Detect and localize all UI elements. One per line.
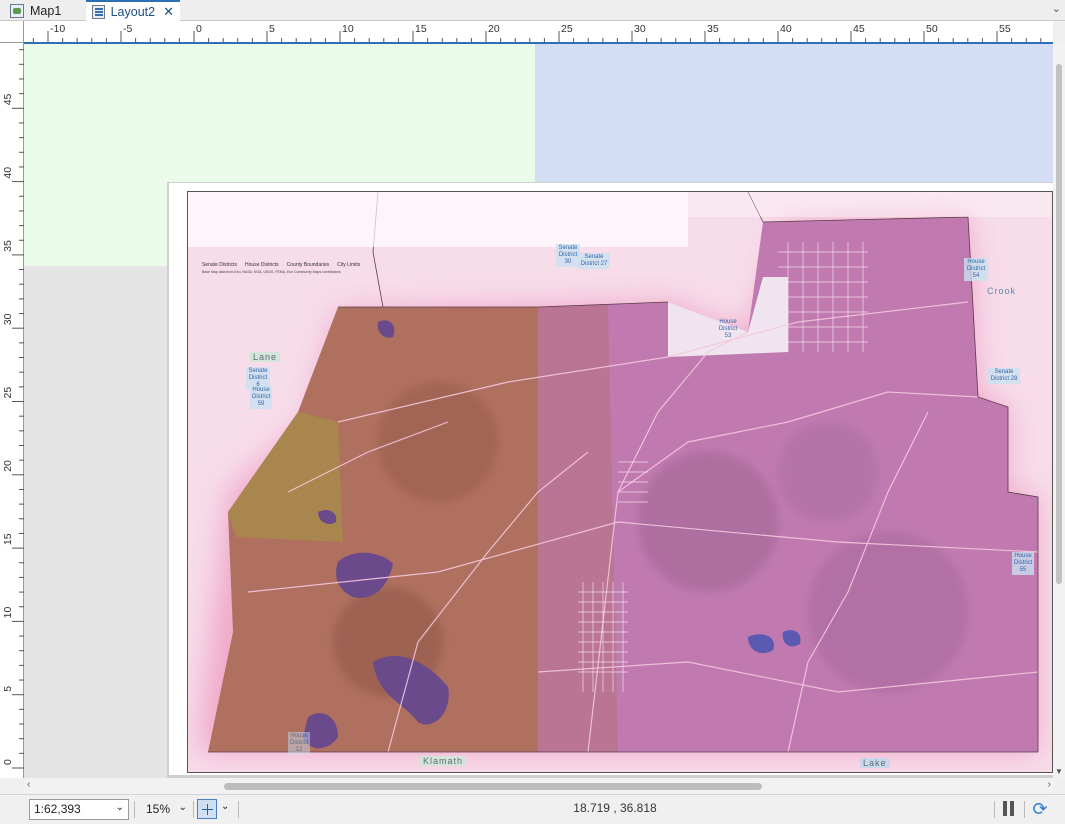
ruler-label: 5 [2,686,14,692]
district-label: House District 53 [718,319,738,339]
chevron-down-icon[interactable]: ⌄ [1052,2,1061,15]
tab-layout2[interactable]: Layout2 ✕ [86,0,180,21]
ruler-label: 15 [2,533,14,545]
ruler-label: 30 [2,313,14,325]
map-frame[interactable]: Senate Districts House Districts County … [187,191,1053,773]
scroll-left-icon[interactable]: ‹ [27,779,30,790]
zoom-value: 15% [146,802,171,816]
district-label: House District 12 [288,732,310,755]
county-label-lake: Lake [860,758,890,768]
ruler-label: -5 [123,23,132,35]
ruler-label: 20 [2,460,14,472]
chevron-down-icon: ⌄ [178,802,187,813]
scroll-right-icon[interactable]: › [1048,779,1051,790]
map-image [188,192,1052,772]
horizontal-ruler-scale: -10 -5 0 5 10 15 20 25 30 35 40 45 50 55 [32,23,1042,43]
legend-item: House Districts [245,262,279,268]
ruler-label: 25 [561,23,573,35]
horizontal-scrollbar[interactable]: ‹ › [24,778,1053,794]
legend-note: Base Map data from Esri, NASA, NGA, USGS… [202,270,342,274]
divider [994,801,995,818]
tab-bar: Map1 Layout2 ✕ ⌄ [0,0,1065,21]
vertical-scrollbar[interactable]: ▼ [1053,44,1065,778]
horizontal-ruler[interactable]: -10 -5 0 5 10 15 20 25 30 35 40 45 50 55 [24,21,1053,43]
chevron-down-icon[interactable]: ⌄ [221,801,229,812]
ruler-label: 45 [2,93,14,105]
district-label: Senate District 28 [988,368,1020,384]
divider [134,801,135,818]
pause-drawing-icon[interactable] [1002,801,1016,817]
ruler-label: 10 [2,607,14,619]
county-label-klamath: Klamath [420,756,467,766]
ruler-corner [0,21,24,43]
legend-item: Senate Districts [202,262,238,268]
divider [193,801,194,818]
horizontal-scroll-thumb[interactable] [224,783,762,790]
vertical-ruler-scale: 45 40 35 30 25 20 15 10 5 0 [2,49,24,769]
ruler-label: -10 [50,23,65,35]
county-label-crook: Crook [987,286,1017,296]
scale-value: 1:62,393 [34,802,81,816]
scroll-down-icon[interactable]: ▼ [1055,767,1063,776]
tab-label: Layout2 [110,4,156,19]
snapping-toggle-icon[interactable] [197,799,217,819]
ruler-label: 55 [999,23,1011,35]
district-label: House District 54 [964,258,988,281]
refresh-icon[interactable]: ⟳ [1030,799,1050,819]
close-icon[interactable]: ✕ [163,4,174,20]
district-label: House District 55 [1012,552,1034,575]
layout-icon [92,4,105,19]
ruler-label: 30 [634,23,646,35]
divider [1024,801,1025,818]
map-icon [10,3,24,18]
ruler-label: 15 [415,23,427,35]
ruler-label: 0 [2,759,14,765]
scale-dropdown[interactable]: 1:62,393 ⌄ [29,799,129,820]
ruler-label: 45 [853,23,865,35]
layout-canvas[interactable]: Senate Districts House Districts County … [24,44,1053,778]
county-label-lane: Lane [250,352,281,362]
status-bar: 1:62,393 ⌄ 15% ⌄ ⌄ 18.719 , 36.818 ⟳ [0,794,1065,824]
ruler-label: 50 [926,23,938,35]
chevron-down-icon: ⌄ [115,802,124,813]
ruler-label: 0 [196,23,202,35]
ruler-label: 5 [269,23,275,35]
tab-label: Map1 [30,3,62,18]
zoom-dropdown[interactable]: 15% ⌄ [140,800,190,820]
map-legend: Senate Districts House Districts County … [202,262,360,268]
coordinate-readout: 18.719 , 36.818 [573,801,657,815]
ruler-label: 40 [2,167,14,179]
ruler-label: 40 [780,23,792,35]
ruler-label: 35 [707,23,719,35]
ruler-label: 35 [2,240,14,252]
vertical-ruler[interactable]: 45 40 35 30 25 20 15 10 5 0 [0,43,24,778]
district-label: House District 59 [250,386,272,409]
vertical-scroll-thumb[interactable] [1056,64,1062,584]
ruler-label: 10 [342,23,354,35]
legend-item: County Boundaries [286,262,330,268]
district-label: Senate District 30 [556,244,580,267]
district-label: Senate District 27 [578,253,610,269]
divider [238,801,239,818]
tab-map1[interactable]: Map1 [4,0,67,21]
ruler-label: 20 [488,23,500,35]
ruler-label: 25 [2,387,14,399]
legend-item: City Limits [337,262,361,268]
